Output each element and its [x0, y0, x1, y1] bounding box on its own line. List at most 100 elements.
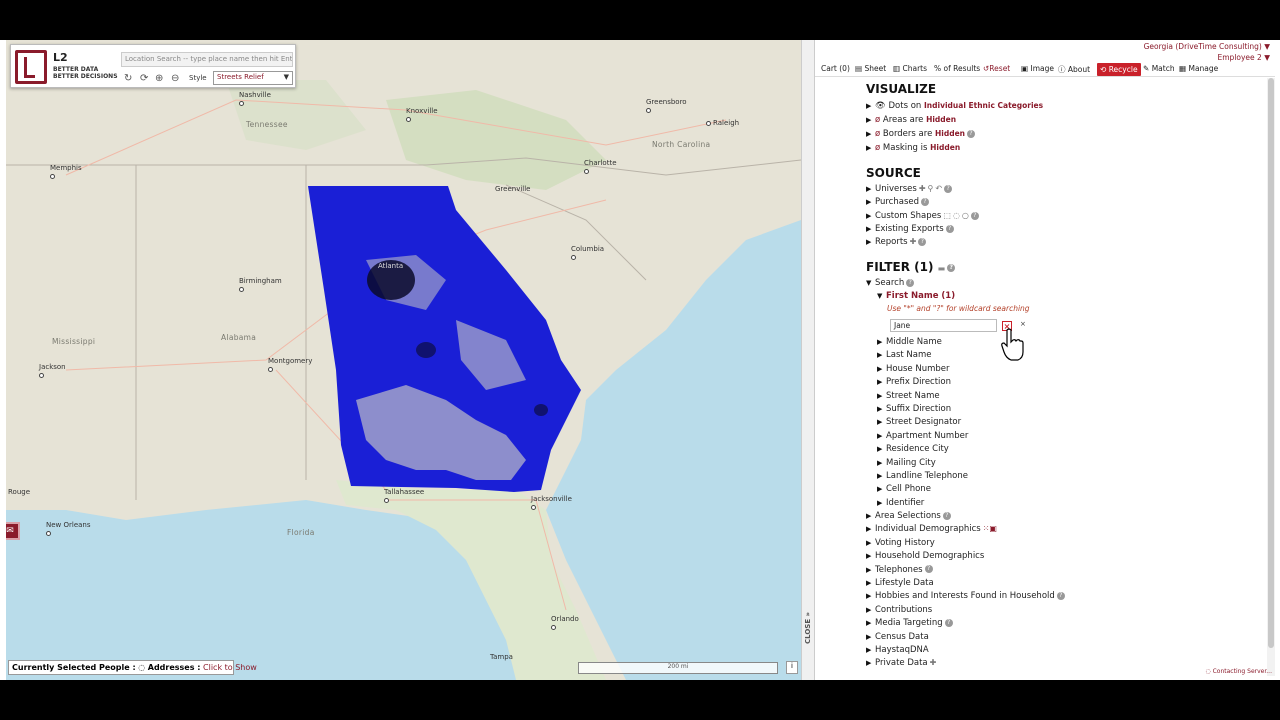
help-icon[interactable]: ? — [1056, 591, 1065, 600]
visualize-masking[interactable]: ▶ ø Masking is Hidden — [866, 142, 960, 154]
search-field-item[interactable]: ▶ Identifier — [877, 497, 924, 509]
help-icon[interactable]: ? — [945, 224, 954, 233]
help-icon[interactable]: ? — [906, 278, 915, 287]
account-user[interactable]: Employee 2 — [1218, 53, 1262, 62]
map-info-button[interactable]: i — [786, 661, 798, 674]
search-field-item[interactable]: ▶ Street Designator — [877, 416, 961, 428]
rectangle-select-icon[interactable]: ⬚ — [943, 211, 951, 220]
filter-group-item[interactable]: ▶ Hobbies and Interests Found in Househol… — [866, 590, 1065, 602]
remove-filter-icon[interactable]: × — [1020, 320, 1026, 328]
filter-group-item[interactable]: ▶ Individual Demographics ⁙▣ — [866, 523, 997, 535]
circle-icon[interactable]: ○ — [962, 211, 969, 220]
scale-bar: 200 mi — [578, 662, 778, 674]
refresh-icon[interactable]: ↻ — [124, 73, 132, 84]
search-field-item[interactable]: ▶ Landline Telephone — [877, 470, 968, 482]
cart-button[interactable]: Cart (0) — [821, 64, 850, 73]
expand-icon: ▶ — [866, 525, 872, 534]
style-select[interactable]: Streets Relief ▼ — [213, 71, 293, 85]
filter-group-item[interactable]: ▶ HaystaqDNA — [866, 644, 929, 656]
close-panel-tab[interactable]: CLOSE » — [804, 598, 815, 644]
comment-icon[interactable]: ▬ — [938, 264, 946, 273]
panel-scroll[interactable]: VISUALIZE ▶ 👁 Dots on Individual Ethnic C… — [815, 78, 1267, 676]
chat-icon[interactable]: ✉ — [6, 522, 20, 540]
undo-icon[interactable]: ↶ — [935, 184, 942, 193]
visualize-areas[interactable]: ▶ ø Areas are Hidden — [866, 114, 956, 126]
location-search-input[interactable]: Location Search -- type place name then … — [121, 52, 293, 67]
expand-icon: ▶ — [877, 378, 883, 387]
search-field-item[interactable]: ▶ House Number — [877, 363, 949, 375]
caret-down-icon[interactable]: ▼ — [1264, 42, 1270, 51]
city-nashville: Nashville — [239, 91, 271, 107]
city-greensboro: Greensboro — [646, 98, 687, 114]
help-icon[interactable]: ? — [970, 211, 979, 220]
selected-people-bar[interactable]: Currently Selected People : ◌ Addresses … — [8, 660, 257, 675]
visualize-borders[interactable]: ▶ ø Borders are Hidden? — [866, 128, 976, 140]
search-field-item[interactable]: ▶ Cell Phone — [877, 483, 931, 495]
filter-group-item[interactable]: ▶ Private Data ✚ — [866, 657, 936, 669]
source-reports[interactable]: ▶ Reports ✚? — [866, 236, 927, 248]
first-name-input[interactable]: Jane — [890, 319, 997, 332]
about-button[interactable]: ⓘ About — [1058, 64, 1090, 75]
recycle-button[interactable]: ⟲ Recycle — [1097, 63, 1141, 76]
image-button[interactable]: ▣ Image — [1021, 64, 1054, 73]
search-field-item[interactable]: ▶ Last Name — [877, 349, 931, 361]
help-icon[interactable]: ? — [924, 565, 933, 574]
filter-group-item[interactable]: ▶ Voting History — [866, 537, 935, 549]
sheet-button[interactable]: ▤ Sheet — [855, 64, 886, 73]
caret-down-icon[interactable]: ▼ — [1264, 53, 1270, 62]
rotate-icon[interactable]: ⟳ — [140, 73, 148, 84]
account-info[interactable]: Georgia (DriveTime Consulting) ▼ Employe… — [1144, 41, 1270, 63]
add-icon[interactable]: ✚ — [910, 237, 917, 246]
city-new-orleans: New Orleans — [46, 521, 91, 537]
filter-group-item[interactable]: ▶ Contributions — [866, 604, 932, 616]
manage-button[interactable]: ▦ Manage — [1179, 64, 1218, 73]
search-field-item[interactable]: ▶ Mailing City — [877, 457, 936, 469]
filter-group-item[interactable]: ▶ Census Data — [866, 631, 929, 643]
search-field-item[interactable]: ▶ Suffix Direction — [877, 403, 951, 415]
reset-button[interactable]: ↺Reset — [983, 64, 1010, 73]
help-icon[interactable]: ? — [947, 263, 956, 272]
filter-first-name[interactable]: ▼ First Name (1) — [877, 290, 955, 302]
source-existing-exports[interactable]: ▶ Existing Exports? — [866, 223, 954, 235]
search-field-item[interactable]: ▶ Street Name — [877, 390, 940, 402]
expand-icon: ▶ — [877, 391, 883, 400]
help-icon[interactable]: ? — [944, 618, 953, 627]
toolbar: Cart (0) ▤ Sheet ▥ Charts % of Results ↺… — [815, 62, 1275, 77]
scrollbar-thumb[interactable] — [1268, 78, 1274, 648]
filter-group-item[interactable]: ▶ Media Targeting? — [866, 617, 953, 629]
zoom-out-icon[interactable]: ⊖ — [171, 73, 179, 84]
help-icon[interactable]: ? — [967, 129, 976, 138]
demographics-icon[interactable]: ⁙▣ — [983, 524, 997, 533]
search-field-item[interactable]: ▶ Prefix Direction — [877, 376, 951, 388]
percent-results-button[interactable]: % of Results — [934, 64, 980, 73]
help-icon[interactable]: ? — [918, 237, 927, 246]
visualize-dots[interactable]: ▶ 👁 Dots on Individual Ethnic Categories — [866, 100, 1043, 112]
help-icon[interactable]: ? — [921, 197, 929, 206]
help-icon[interactable]: ? — [944, 184, 953, 193]
filter-group-item[interactable]: ▶ Household Demographics — [866, 550, 984, 562]
eye-icon: 👁 — [875, 101, 886, 111]
add-icon[interactable]: ✚ — [930, 658, 937, 667]
filter-search[interactable]: ▼ Search? — [866, 277, 915, 289]
lasso-icon[interactable]: ◌ — [953, 211, 960, 220]
panel-divider[interactable]: CLOSE » — [801, 40, 815, 680]
search-field-item[interactable]: ▶ Middle Name — [877, 336, 942, 348]
source-custom-shapes[interactable]: ▶ Custom Shapes ⬚ ◌ ○? — [866, 210, 979, 222]
search-field-item[interactable]: ▶ Residence City — [877, 443, 949, 455]
account-name[interactable]: Georgia (DriveTime Consulting) — [1144, 42, 1262, 51]
search-field-item[interactable]: ▶ Apartment Number — [877, 430, 968, 442]
search-icon[interactable]: ⚲ — [928, 184, 934, 193]
filter-group-item[interactable]: ▶ Area Selections? — [866, 510, 951, 522]
zoom-in-icon[interactable]: ⊕ — [155, 73, 163, 84]
charts-button[interactable]: ▥ Charts — [893, 64, 927, 73]
click-to-show-link[interactable]: Click to Show — [203, 663, 257, 672]
match-button[interactable]: ✎ Match — [1143, 64, 1175, 73]
source-purchased[interactable]: ▶ Purchased? — [866, 196, 929, 208]
filter-group-item[interactable]: ▶ Telephones? — [866, 564, 933, 576]
help-icon[interactable]: ? — [942, 511, 951, 520]
scrollbar[interactable] — [1267, 78, 1275, 676]
map-view[interactable]: Tennessee North Carolina Mississippi Ala… — [6, 40, 801, 680]
add-icon[interactable]: ✚ — [919, 184, 926, 193]
filter-group-item[interactable]: ▶ Lifestyle Data — [866, 577, 934, 589]
source-universes[interactable]: ▶ Universes ✚ ⚲ ↶? — [866, 183, 953, 195]
